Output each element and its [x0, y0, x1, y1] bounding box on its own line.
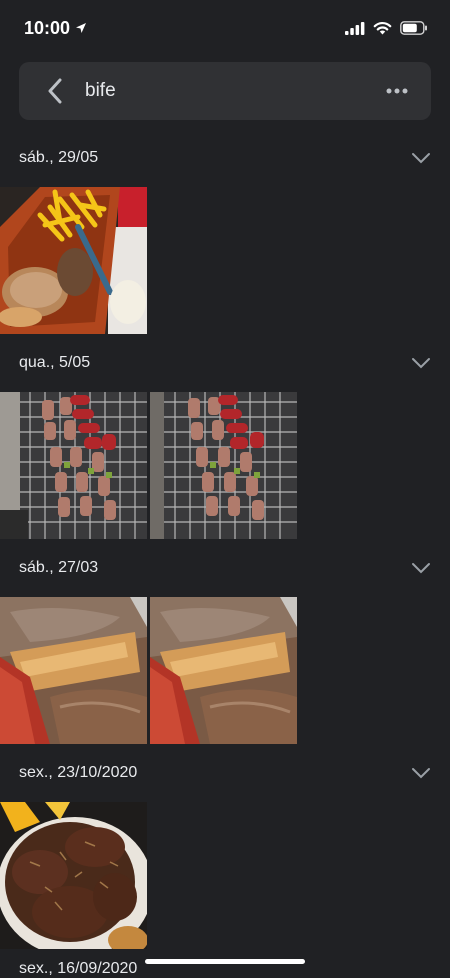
date-section: qua., 5/05	[0, 338, 450, 539]
skewers-grill-photo-1	[0, 392, 147, 539]
photo-thumbnail[interactable]	[150, 392, 297, 539]
back-button[interactable]	[41, 71, 69, 111]
battery-icon	[400, 21, 427, 35]
location-arrow-icon	[76, 23, 87, 33]
section-date: sex., 23/10/2020	[19, 764, 138, 781]
back-arrow-icon	[48, 78, 62, 104]
collapse-section-button[interactable]	[408, 555, 434, 581]
date-section: sáb., 29/05	[0, 133, 450, 334]
photo-thumbnail[interactable]	[0, 597, 147, 744]
roast-meat-photo-2	[150, 597, 297, 744]
section-header: sáb., 27/03	[0, 543, 450, 593]
section-date: sáb., 29/05	[19, 149, 99, 166]
chevron-down-icon	[412, 153, 430, 164]
fries-steak-photo	[0, 187, 147, 334]
status-time: 10:00	[24, 18, 87, 39]
home-indicator[interactable]	[145, 959, 305, 964]
more-options-button[interactable]	[383, 71, 411, 111]
braised-beef-photo	[0, 802, 147, 949]
chevron-down-icon	[412, 563, 430, 574]
wifi-icon	[373, 22, 392, 35]
photo-row	[0, 187, 450, 334]
status-icons	[345, 21, 428, 35]
more-horizontal-icon	[386, 88, 408, 94]
chevron-down-icon	[412, 768, 430, 779]
photo-thumbnail[interactable]	[0, 187, 147, 334]
section-date: sáb., 27/03	[19, 559, 99, 576]
date-section: sáb., 27/03	[0, 543, 450, 744]
cellular-signal-icon	[345, 21, 365, 35]
collapse-section-button[interactable]	[408, 760, 434, 786]
skewers-grill-photo-2	[150, 392, 297, 539]
section-header: sex., 23/10/2020	[0, 748, 450, 798]
photo-row	[0, 802, 450, 949]
section-header: sáb., 29/05	[0, 133, 450, 183]
photo-thumbnail[interactable]	[0, 802, 147, 949]
search-bar: bife	[19, 62, 431, 120]
chevron-down-icon	[412, 358, 430, 369]
date-section: sex., 23/10/2020	[0, 748, 450, 949]
status-bar: 10:00	[0, 0, 450, 56]
section-date: qua., 5/05	[19, 354, 91, 371]
time-text: 10:00	[24, 17, 71, 38]
photo-row	[0, 392, 450, 539]
search-query[interactable]: bife	[85, 80, 383, 102]
section-header: qua., 5/05	[0, 338, 450, 388]
photo-thumbnail[interactable]	[150, 597, 297, 744]
roast-meat-photo-1	[0, 597, 147, 744]
section-date: sex., 16/09/2020	[19, 960, 138, 977]
collapse-section-button[interactable]	[408, 350, 434, 376]
collapse-section-button[interactable]	[408, 145, 434, 171]
photo-row	[0, 597, 450, 744]
photo-thumbnail[interactable]	[0, 392, 147, 539]
